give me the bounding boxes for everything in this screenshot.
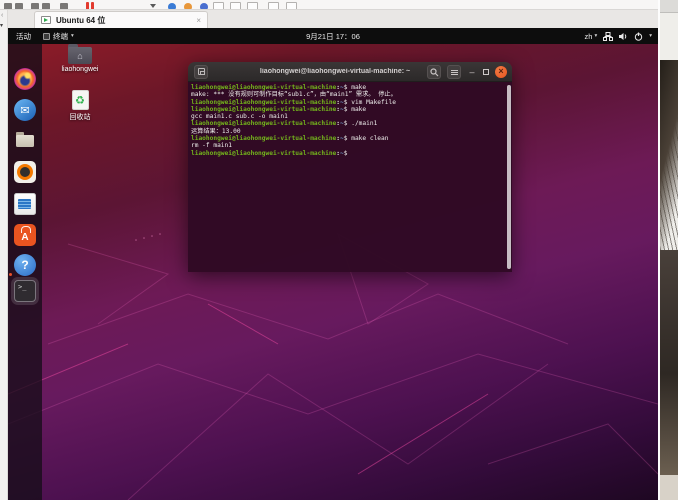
toolbar-icon[interactable] (184, 3, 192, 9)
terminal-body[interactable]: liaohongwei@liaohongwei-virtual-machine:… (188, 82, 512, 272)
dock-item-writer-icon[interactable] (14, 193, 36, 215)
layout-icon[interactable] (247, 2, 258, 9)
dock-item-files-icon[interactable] (14, 129, 36, 151)
dock-item-firefox-icon[interactable] (14, 68, 36, 90)
minimize-button[interactable]: – (467, 68, 477, 77)
clock-label: 9月21日 17：06 (306, 31, 360, 41)
vmware-toolbar (0, 0, 658, 10)
terminal-line: 运算结果：13.00 (191, 127, 241, 135)
search-icon (429, 67, 438, 76)
tab-title: Ubuntu 64 位 (56, 15, 106, 25)
terminal-window: liaohongwei@liaohongwei-virtual-machine:… (188, 62, 512, 272)
layout-icon[interactable] (213, 2, 224, 9)
dock-item-terminal-icon[interactable] (14, 280, 36, 302)
photo-light-region (660, 475, 678, 500)
terminal-scrollbar[interactable] (507, 85, 511, 269)
language-label: zh (584, 31, 593, 41)
network-icon (603, 31, 614, 41)
desktop-icon-trash[interactable]: 回收站 (52, 90, 108, 122)
layout-icon[interactable] (230, 2, 241, 9)
app-menu-terminal[interactable]: 终端 ▾ (37, 28, 80, 44)
terminal-line: liaohongwei@liaohongwei-virtual-machine:… (191, 105, 367, 113)
vm-screen: 活动 终端 ▾ 9月21日 17：06 zh ▾ ▾ ✉ A ? >_ ⌂ li… (8, 28, 658, 500)
toolbar-icon[interactable] (31, 3, 39, 9)
terminal-line: liaohongwei@liaohongwei-virtual-machine:… (191, 135, 389, 143)
desktop-icon-label: 回收站 (69, 114, 91, 121)
scroll-left-icon[interactable]: ‹ (1, 12, 3, 19)
caret-down-icon: ▾ (594, 33, 598, 39)
search-button[interactable] (427, 65, 441, 79)
dock-item-software-icon[interactable] (14, 224, 36, 246)
unity-icon[interactable] (286, 2, 297, 9)
activities-button[interactable]: 活动 (10, 28, 37, 44)
caret-down-icon[interactable]: ▾ (0, 22, 3, 29)
fullscreen-icon[interactable] (268, 2, 279, 9)
terminal-app-icon (43, 32, 50, 40)
gnome-top-bar: 活动 终端 ▾ 9月21日 17：06 zh ▾ ▾ (8, 28, 658, 44)
terminal-titlebar[interactable]: liaohongwei@liaohongwei-virtual-machine:… (188, 62, 512, 82)
toolbar-icon[interactable] (168, 3, 176, 9)
new-tab-button[interactable] (194, 64, 208, 79)
new-tab-icon (197, 68, 205, 75)
clock[interactable]: 9月21日 17：06 (8, 31, 658, 42)
vm-monitor-icon (41, 16, 51, 24)
toolbar-icon[interactable] (4, 3, 12, 9)
input-language-indicator[interactable]: zh ▾ (585, 32, 598, 41)
screen: ‹ ▾ Ubuntu 64 位 × 活动 终端 ▾ 9月21日 17：06 zh… (0, 0, 678, 500)
close-button[interactable]: × (495, 66, 507, 78)
caret-down-icon[interactable] (150, 4, 156, 8)
terminal-line: rm -f main1 (191, 142, 232, 150)
desktop-icon-label: liaohongwei (61, 66, 99, 73)
toolbar-icon[interactable] (42, 3, 50, 9)
tab-close-icon[interactable]: × (196, 16, 201, 25)
dock-item-help-icon[interactable] (14, 254, 36, 276)
power-icon (635, 32, 643, 41)
host-window-edge (660, 0, 678, 13)
terminal-line: liaohongwei@liaohongwei-virtual-machine:… (191, 149, 348, 157)
menu-button[interactable] (447, 65, 461, 79)
photo-hair-region (660, 60, 678, 250)
host-wallpaper-strip (658, 0, 678, 500)
maximize-button[interactable] (483, 69, 489, 75)
toolbar-icon[interactable] (15, 3, 23, 9)
window-controls: – × (427, 62, 507, 82)
pause-icon[interactable] (91, 2, 94, 9)
terminal-line: make: *** 没有规则可制作目标“sub1.c”，由“main1” 需求。… (191, 91, 397, 99)
caret-down-icon: ▾ (649, 33, 652, 39)
tab-ubuntu-64[interactable]: Ubuntu 64 位 × (34, 11, 208, 28)
running-indicator-dot (9, 273, 12, 276)
desktop-icon-home-folder[interactable]: liaohongwei (52, 44, 108, 73)
volume-icon (619, 32, 627, 40)
dock-item-rhythmbox-icon[interactable] (14, 161, 36, 183)
trash-icon (71, 90, 89, 110)
caret-down-icon: ▾ (71, 33, 74, 39)
terminal-line: liaohongwei@liaohongwei-virtual-machine:… (191, 120, 378, 128)
vmware-side-strip: ‹ ▾ (0, 10, 8, 500)
dock (8, 44, 42, 500)
toolbar-icon[interactable] (200, 3, 208, 9)
app-menu-label: 终端 (53, 31, 68, 41)
system-tray[interactable]: zh ▾ ▾ (585, 28, 656, 44)
toolbar-icon[interactable] (60, 3, 68, 9)
activities-label: 活动 (16, 31, 31, 41)
dock-item-thunderbird-icon[interactable] (14, 99, 36, 121)
photo-dark-region (660, 250, 678, 475)
pause-icon[interactable] (86, 2, 89, 9)
terminal-window-title: liaohongwei@liaohongwei-virtual-machine:… (259, 68, 411, 75)
home-folder-icon (67, 44, 93, 64)
vmware-tab-bar: Ubuntu 64 位 × (8, 10, 658, 28)
hamburger-menu-icon (450, 69, 458, 75)
terminal-line: liaohongwei@liaohongwei-virtual-machine:… (191, 98, 396, 106)
